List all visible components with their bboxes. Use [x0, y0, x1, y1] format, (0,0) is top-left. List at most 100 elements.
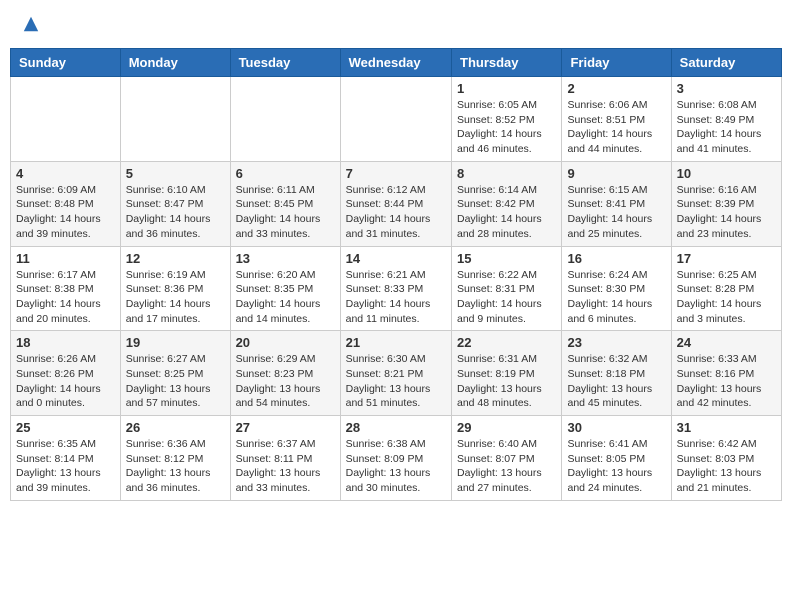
calendar-cell: 4Sunrise: 6:09 AM Sunset: 8:48 PM Daylig… [11, 161, 121, 246]
day-number: 13 [236, 251, 335, 266]
day-number: 9 [567, 166, 665, 181]
day-info: Sunrise: 6:14 AM Sunset: 8:42 PM Dayligh… [457, 183, 556, 242]
calendar-cell: 11 Sunrise: 6:17 AM Sunset: 8:38 PM Dayli… [11, 246, 121, 331]
day-info: Sunrise: 6:20 AM Sunset: 8:35 PM Dayligh… [236, 268, 335, 327]
day-number: 6 [236, 166, 335, 181]
calendar-cell: 16 Sunrise: 6:24 AM Sunset: 8:30 PM Dayli… [562, 246, 671, 331]
days-of-week-row: SundayMondayTuesdayWednesdayThursdayFrid… [11, 49, 782, 77]
calendar-cell: 17 Sunrise: 6:25 AM Sunset: 8:28 PM Dayli… [671, 246, 781, 331]
day-number: 23 [567, 335, 665, 350]
calendar-cell: 22 Sunrise: 6:31 AM Sunset: 8:19 PM Dayli… [452, 331, 562, 416]
day-info: Sunrise: 6:19 AM Sunset: 8:36 PM Dayligh… [126, 268, 225, 327]
calendar-cell: 6 Sunrise: 6:11 AM Sunset: 8:45 PM Daylig… [230, 161, 340, 246]
day-info: Sunrise: 6:38 AM Sunset: 8:09 PM Dayligh… [346, 437, 446, 496]
day-info: Sunrise: 6:17 AM Sunset: 8:38 PM Dayligh… [16, 268, 115, 327]
day-info: Sunrise: 6:27 AM Sunset: 8:25 PM Dayligh… [126, 352, 225, 411]
calendar-week-row: 4Sunrise: 6:09 AM Sunset: 8:48 PM Daylig… [11, 161, 782, 246]
day-info: Sunrise: 6:24 AM Sunset: 8:30 PM Dayligh… [567, 268, 665, 327]
day-number: 7 [346, 166, 446, 181]
day-info: Sunrise: 6:12 AM Sunset: 8:44 PM Dayligh… [346, 183, 446, 242]
day-info: Sunrise: 6:35 AM Sunset: 8:14 PM Dayligh… [16, 437, 115, 496]
calendar-cell: 7 Sunrise: 6:12 AM Sunset: 8:44 PM Daylig… [340, 161, 451, 246]
day-info: Sunrise: 6:15 AM Sunset: 8:41 PM Dayligh… [567, 183, 665, 242]
calendar-cell: 14Sunrise: 6:21 AM Sunset: 8:33 PM Dayli… [340, 246, 451, 331]
calendar-week-row: 18Sunrise: 6:26 AM Sunset: 8:26 PM Dayli… [11, 331, 782, 416]
day-number: 19 [126, 335, 225, 350]
day-number: 27 [236, 420, 335, 435]
calendar-body: 1 Sunrise: 6:05 AM Sunset: 8:52 PM Daylig… [11, 77, 782, 501]
day-number: 28 [346, 420, 446, 435]
day-number: 16 [567, 251, 665, 266]
day-info: Sunrise: 6:10 AM Sunset: 8:47 PM Dayligh… [126, 183, 225, 242]
page-header [10, 10, 782, 38]
calendar-cell: 2Sunrise: 6:06 AM Sunset: 8:51 PM Daylig… [562, 77, 671, 162]
day-info: Sunrise: 6:22 AM Sunset: 8:31 PM Dayligh… [457, 268, 556, 327]
logo [20, 15, 42, 33]
day-info: Sunrise: 6:29 AM Sunset: 8:23 PM Dayligh… [236, 352, 335, 411]
day-of-week-header: Monday [120, 49, 230, 77]
day-number: 1 [457, 81, 556, 96]
day-of-week-header: Thursday [452, 49, 562, 77]
day-info: Sunrise: 6:41 AM Sunset: 8:05 PM Dayligh… [567, 437, 665, 496]
day-number: 22 [457, 335, 556, 350]
calendar-cell: 3 Sunrise: 6:08 AM Sunset: 8:49 PM Daylig… [671, 77, 781, 162]
calendar-table: SundayMondayTuesdayWednesdayThursdayFrid… [10, 48, 782, 501]
day-info: Sunrise: 6:16 AM Sunset: 8:39 PM Dayligh… [677, 183, 776, 242]
calendar-cell: 8Sunrise: 6:14 AM Sunset: 8:42 PM Daylig… [452, 161, 562, 246]
day-number: 26 [126, 420, 225, 435]
calendar-cell: 24 Sunrise: 6:33 AM Sunset: 8:16 PM Dayli… [671, 331, 781, 416]
day-info: Sunrise: 6:42 AM Sunset: 8:03 PM Dayligh… [677, 437, 776, 496]
calendar-cell: 21Sunrise: 6:30 AM Sunset: 8:21 PM Dayli… [340, 331, 451, 416]
day-info: Sunrise: 6:31 AM Sunset: 8:19 PM Dayligh… [457, 352, 556, 411]
logo-icon [22, 15, 40, 33]
day-info: Sunrise: 6:33 AM Sunset: 8:16 PM Dayligh… [677, 352, 776, 411]
day-info: Sunrise: 6:37 AM Sunset: 8:11 PM Dayligh… [236, 437, 335, 496]
calendar-cell: 1 Sunrise: 6:05 AM Sunset: 8:52 PM Daylig… [452, 77, 562, 162]
calendar-week-row: 11 Sunrise: 6:17 AM Sunset: 8:38 PM Dayli… [11, 246, 782, 331]
day-number: 30 [567, 420, 665, 435]
day-number: 12 [126, 251, 225, 266]
calendar-cell: 13 Sunrise: 6:20 AM Sunset: 8:35 PM Dayli… [230, 246, 340, 331]
day-info: Sunrise: 6:06 AM Sunset: 8:51 PM Dayligh… [567, 98, 665, 157]
calendar-cell: 18Sunrise: 6:26 AM Sunset: 8:26 PM Dayli… [11, 331, 121, 416]
day-of-week-header: Sunday [11, 49, 121, 77]
day-number: 20 [236, 335, 335, 350]
day-of-week-header: Wednesday [340, 49, 451, 77]
day-number: 31 [677, 420, 776, 435]
day-info: Sunrise: 6:21 AM Sunset: 8:33 PM Dayligh… [346, 268, 446, 327]
day-number: 11 [16, 251, 115, 266]
day-number: 29 [457, 420, 556, 435]
calendar-cell: 10 Sunrise: 6:16 AM Sunset: 8:39 PM Dayli… [671, 161, 781, 246]
calendar-cell: 20 Sunrise: 6:29 AM Sunset: 8:23 PM Dayli… [230, 331, 340, 416]
day-info: Sunrise: 6:25 AM Sunset: 8:28 PM Dayligh… [677, 268, 776, 327]
calendar-cell: 30 Sunrise: 6:41 AM Sunset: 8:05 PM Dayli… [562, 416, 671, 501]
calendar-cell: 25 Sunrise: 6:35 AM Sunset: 8:14 PM Dayli… [11, 416, 121, 501]
calendar-cell: 28 Sunrise: 6:38 AM Sunset: 8:09 PM Dayli… [340, 416, 451, 501]
calendar-cell [120, 77, 230, 162]
calendar-cell: 26 Sunrise: 6:36 AM Sunset: 8:12 PM Dayli… [120, 416, 230, 501]
day-info: Sunrise: 6:32 AM Sunset: 8:18 PM Dayligh… [567, 352, 665, 411]
day-info: Sunrise: 6:40 AM Sunset: 8:07 PM Dayligh… [457, 437, 556, 496]
day-info: Sunrise: 6:36 AM Sunset: 8:12 PM Dayligh… [126, 437, 225, 496]
calendar-cell: 12 Sunrise: 6:19 AM Sunset: 8:36 PM Dayli… [120, 246, 230, 331]
calendar-cell: 31 Sunrise: 6:42 AM Sunset: 8:03 PM Dayli… [671, 416, 781, 501]
day-number: 3 [677, 81, 776, 96]
day-number: 15 [457, 251, 556, 266]
day-info: Sunrise: 6:30 AM Sunset: 8:21 PM Dayligh… [346, 352, 446, 411]
calendar-cell: 5 Sunrise: 6:10 AM Sunset: 8:47 PM Daylig… [120, 161, 230, 246]
day-number: 5 [126, 166, 225, 181]
calendar-cell [340, 77, 451, 162]
calendar-cell: 15 Sunrise: 6:22 AM Sunset: 8:31 PM Dayli… [452, 246, 562, 331]
calendar-cell [230, 77, 340, 162]
day-number: 10 [677, 166, 776, 181]
day-info: Sunrise: 6:05 AM Sunset: 8:52 PM Dayligh… [457, 98, 556, 157]
day-info: Sunrise: 6:08 AM Sunset: 8:49 PM Dayligh… [677, 98, 776, 157]
day-of-week-header: Saturday [671, 49, 781, 77]
day-number: 17 [677, 251, 776, 266]
day-number: 4 [16, 166, 115, 181]
day-of-week-header: Friday [562, 49, 671, 77]
day-number: 24 [677, 335, 776, 350]
day-info: Sunrise: 6:11 AM Sunset: 8:45 PM Dayligh… [236, 183, 335, 242]
day-number: 25 [16, 420, 115, 435]
calendar-week-row: 1 Sunrise: 6:05 AM Sunset: 8:52 PM Daylig… [11, 77, 782, 162]
